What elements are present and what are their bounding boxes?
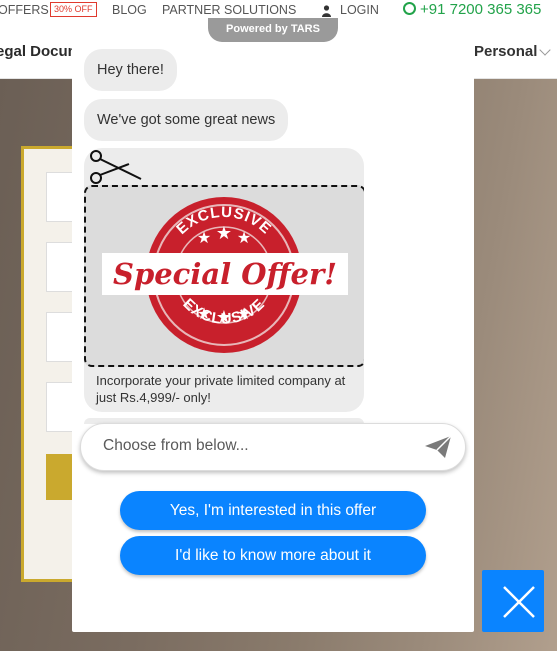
partner-solutions-link[interactable]: PARTNER SOLUTIONS	[162, 3, 296, 17]
option-interested-button[interactable]: Yes, I'm interested in this offer	[120, 491, 426, 530]
close-chat-button[interactable]	[482, 570, 544, 632]
send-icon[interactable]	[424, 435, 452, 459]
phone-link[interactable]: +91 7200 365 365	[403, 1, 541, 18]
offer-caption: Incorporate your private limited company…	[96, 373, 346, 405]
phone-number: +91 7200 365 365	[420, 1, 542, 18]
svg-text:★: ★	[216, 307, 232, 328]
nav-item-personal[interactable]: Personal	[474, 43, 537, 60]
chat-message: Hey there!	[84, 49, 177, 91]
svg-text:★: ★	[237, 228, 251, 247]
offers-link[interactable]: OFFERS	[0, 3, 49, 17]
coupon-frame: EXCLUSIVE EXCLUSIVE ★ ★ ★ ★ ★ ★ Special …	[84, 185, 364, 367]
user-icon	[322, 5, 331, 17]
stamp-main-text: Special Offer!	[113, 257, 337, 291]
chevron-down-icon	[539, 44, 551, 56]
chat-input-bar	[80, 423, 466, 471]
svg-text:★: ★	[237, 304, 251, 323]
login-link[interactable]: LOGIN	[340, 3, 379, 17]
nav-item-legal-documents[interactable]: egal Docum	[0, 43, 81, 60]
whatsapp-icon	[403, 2, 416, 15]
option-know-more-button[interactable]: I'd like to know more about it	[120, 536, 426, 575]
svg-text:★: ★	[197, 304, 211, 323]
scissors-icon	[90, 150, 142, 184]
blog-link[interactable]: BLOG	[112, 3, 147, 17]
svg-text:★: ★	[197, 228, 211, 247]
powered-by-badge: Powered by TARS	[208, 18, 338, 42]
offers-badge: 30% OFF	[50, 2, 97, 17]
chat-input[interactable]	[101, 436, 405, 456]
close-icon	[503, 586, 535, 618]
svg-text:★: ★	[216, 223, 232, 244]
offer-card: EXCLUSIVE EXCLUSIVE ★ ★ ★ ★ ★ ★ Special …	[84, 148, 364, 412]
special-offer-stamp: EXCLUSIVE EXCLUSIVE ★ ★ ★ ★ ★ ★ Special …	[102, 197, 348, 353]
chat-message: We've got some great news	[84, 99, 289, 141]
